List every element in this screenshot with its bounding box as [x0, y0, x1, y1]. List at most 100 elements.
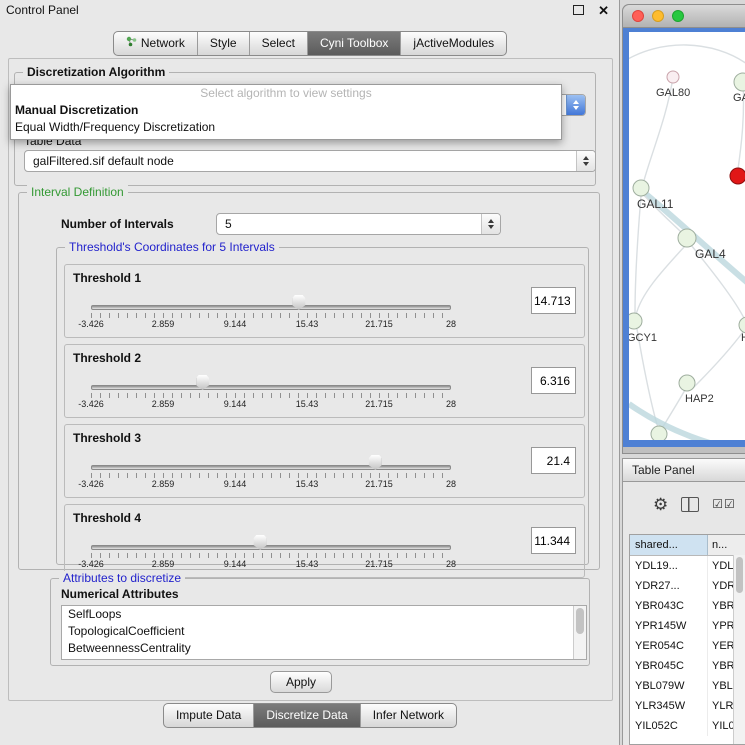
attributes-group: Attributes to discretize Numerical Attri…	[50, 578, 590, 666]
table-row[interactable]: YLR345WYLR3	[630, 696, 745, 716]
interval-definition-group-label: Interval Definition	[27, 185, 128, 199]
cell-shared-name[interactable]: YBR045C	[630, 656, 708, 676]
slider-tick-label: 2.859	[152, 399, 175, 409]
slider-tick-label: 28	[446, 479, 456, 489]
cell-shared-name[interactable]: YBR043C	[630, 596, 708, 616]
zoom-traffic-light[interactable]	[672, 10, 684, 22]
popup-item-equal-width-frequency[interactable]: Equal Width/Frequency Discretization	[11, 119, 561, 136]
tab-label: Discretize Data	[266, 704, 347, 727]
network-window-titlebar	[623, 5, 745, 28]
network-node[interactable]	[679, 375, 695, 391]
network-node[interactable]	[633, 180, 649, 196]
cell-shared-name[interactable]: YDL19...	[630, 556, 708, 576]
threshold-2-slider[interactable]: -3.4262.8599.14415.4321.71528	[85, 371, 457, 413]
table-row[interactable]: YDL19...YDL1	[630, 556, 745, 576]
slider-track[interactable]	[91, 545, 451, 550]
slider-track[interactable]	[91, 385, 451, 390]
network-node[interactable]	[651, 426, 667, 440]
list-item[interactable]: TopologicalCoefficient	[62, 623, 586, 640]
network-node-selected[interactable]	[730, 168, 745, 184]
table-row[interactable]: YER054CYER0	[630, 636, 745, 656]
cell-shared-name[interactable]: YIL052C	[630, 716, 708, 736]
network-canvas[interactable]: GAL80GAGAL11GAL4GCY1HHAP2	[629, 32, 745, 440]
slider-tick-label: 28	[446, 559, 456, 569]
threshold-1-box: Threshold 1 -3.4262.8599.14415.4321.7152…	[64, 264, 585, 338]
list-scrollbar-thumb[interactable]	[576, 608, 584, 634]
table-row[interactable]: YBR043CYBR0	[630, 596, 745, 616]
table-row[interactable]: YBR045CYBR0	[630, 656, 745, 676]
numerical-attributes-list[interactable]: SelfLoopsTopologicalCoefficientBetweenne…	[61, 605, 587, 660]
cell-shared-name[interactable]: YPR145W	[630, 616, 708, 636]
column-header-shared-name[interactable]: shared...	[630, 535, 708, 555]
close-traffic-light[interactable]	[632, 10, 644, 22]
tab-label: Impute Data	[176, 704, 241, 727]
cell-shared-name[interactable]: YLR345W	[630, 696, 708, 716]
screen: Control Panel ✕ NetworkStyleSelectCyni T…	[0, 0, 745, 745]
table-row[interactable]: YIL052CYIL0	[630, 716, 745, 736]
table-scrollbar[interactable]	[733, 555, 745, 744]
network-node[interactable]	[629, 313, 642, 329]
columns-icon[interactable]	[681, 497, 699, 512]
threshold-1-value-field[interactable]	[531, 287, 576, 314]
thresholds-group-label: Threshold's Coordinates for 5 Intervals	[65, 240, 279, 254]
table-panel-toolbar: ⚙ ☑☑	[623, 490, 745, 518]
network-node[interactable]	[667, 71, 679, 83]
network-node-label: GAL80	[656, 87, 690, 99]
threshold-2-value-field[interactable]	[531, 367, 576, 394]
gear-icon[interactable]: ⚙	[653, 496, 668, 513]
popup-item-manual-discretization[interactable]: Manual Discretization	[11, 102, 561, 119]
table-row[interactable]: YDR27...YDR2	[630, 576, 745, 596]
float-window-icon[interactable]	[573, 5, 584, 15]
table-row[interactable]: YPR145WYPR1	[630, 616, 745, 636]
bottom-tab-infer-network[interactable]: Infer Network	[360, 704, 456, 727]
slider-track[interactable]	[91, 465, 451, 470]
network-node[interactable]	[739, 317, 745, 333]
network-nodes: GAL80GAGAL11GAL4GCY1HHAP2	[629, 71, 745, 440]
tab-network[interactable]: Network	[114, 32, 197, 55]
threshold-4-box: Threshold 4 -3.4262.8599.14415.4321.7152…	[64, 504, 585, 578]
list-item[interactable]: SelfLoops	[62, 606, 586, 623]
list-scrollbar[interactable]	[573, 606, 586, 659]
slider-tick-label: 9.144	[224, 399, 247, 409]
list-item[interactable]: BetweennessCentrality	[62, 640, 586, 657]
bottom-tabs: Impute Data Discretize Data Infer Network	[163, 703, 457, 728]
table-data-combobox[interactable]: galFiltered.sif default node	[24, 150, 596, 172]
bottom-tab-impute-data[interactable]: Impute Data	[164, 704, 253, 727]
tab-cyni-toolbox[interactable]: Cyni Toolbox	[307, 32, 400, 55]
cell-shared-name[interactable]: YDR27...	[630, 576, 708, 596]
threshold-3-value-field[interactable]	[531, 447, 576, 474]
combobox-arrows-icon	[576, 151, 595, 171]
slider-tick-label: 9.144	[224, 319, 247, 329]
number-of-intervals-spinner[interactable]: 5	[216, 213, 501, 235]
close-icon[interactable]: ✕	[598, 4, 609, 17]
select-checkboxes-icon[interactable]: ☑☑	[712, 497, 736, 511]
network-window: GAL80GAGAL11GAL4GCY1HHAP2	[622, 4, 745, 454]
table-panel-header: Table Panel	[622, 458, 745, 482]
cell-shared-name[interactable]: YER054C	[630, 636, 708, 656]
spinner-arrows-icon	[481, 214, 500, 234]
network-node[interactable]	[734, 73, 745, 91]
threshold-1-slider[interactable]: -3.4262.8599.14415.4321.71528	[85, 291, 457, 333]
apply-button[interactable]: Apply	[270, 671, 332, 693]
table-scrollbar-thumb[interactable]	[736, 557, 743, 593]
tab-select[interactable]: Select	[249, 32, 307, 55]
threshold-4-value-field[interactable]	[531, 527, 576, 554]
tab-style[interactable]: Style	[197, 32, 249, 55]
tab-jactivemodules[interactable]: jActiveModules	[400, 32, 506, 55]
slider-tick-label: 15.43	[296, 319, 319, 329]
slider-track[interactable]	[91, 305, 451, 310]
tab-label: Infer Network	[373, 704, 444, 727]
network-node-label: GAL4	[695, 247, 726, 261]
cell-shared-name[interactable]: YBL079W	[630, 676, 708, 696]
table-row[interactable]: YBL079WYBL0	[630, 676, 745, 696]
network-node-label: GAL11	[637, 197, 674, 211]
column-header-name[interactable]: n...	[708, 535, 745, 555]
minimize-traffic-light[interactable]	[652, 10, 664, 22]
control-panel: Control Panel ✕ NetworkStyleSelectCyni T…	[0, 0, 620, 745]
interval-definition-group: Interval Definition Number of Intervals …	[18, 192, 600, 570]
table-data-combobox-value: galFiltered.sif default node	[25, 151, 595, 171]
bottom-tab-discretize-data[interactable]: Discretize Data	[253, 704, 359, 727]
threshold-4-slider[interactable]: -3.4262.8599.14415.4321.71528	[85, 531, 457, 573]
threshold-3-slider[interactable]: -3.4262.8599.14415.4321.71528	[85, 451, 457, 493]
network-node[interactable]	[678, 229, 696, 247]
